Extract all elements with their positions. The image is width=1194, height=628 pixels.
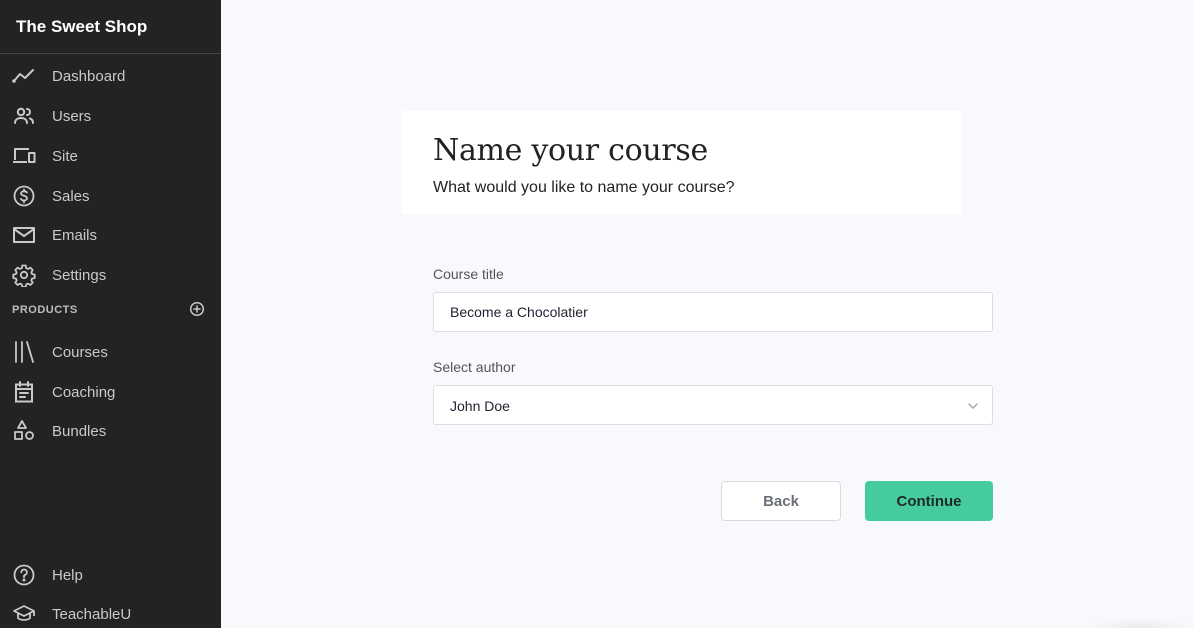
- continue-button[interactable]: Continue: [865, 481, 993, 521]
- sidebar-item-label: Emails: [52, 226, 98, 244]
- page-title: Name your course: [433, 133, 708, 168]
- sidebar: The Sweet Shop Dashboard Users Site Sale…: [0, 0, 221, 628]
- graduation-cap-icon: [12, 602, 36, 626]
- calendar-icon: [12, 380, 36, 404]
- gear-icon: [12, 263, 36, 287]
- devices-icon: [12, 144, 36, 168]
- author-select[interactable]: John Doe: [433, 385, 993, 425]
- author-select-value: John Doe: [450, 398, 510, 414]
- chart-line-icon: [12, 64, 36, 88]
- brand-name: The Sweet Shop: [0, 0, 221, 54]
- course-title-input[interactable]: [433, 292, 993, 332]
- sidebar-item-coaching[interactable]: Coaching: [0, 374, 221, 410]
- library-icon: [12, 340, 36, 364]
- sidebar-item-bundles[interactable]: Bundles: [0, 413, 221, 449]
- sidebar-item-emails[interactable]: Emails: [0, 217, 221, 253]
- sidebar-item-label: Dashboard: [52, 67, 126, 85]
- add-product-icon[interactable]: [189, 301, 205, 317]
- page-subtitle: What would you like to name your course?: [433, 179, 735, 196]
- sidebar-item-label: TeachableU: [52, 605, 132, 623]
- main-content: Name your course What would you like to …: [221, 0, 1194, 628]
- header-card: Name your course What would you like to …: [401, 111, 961, 214]
- sidebar-item-sales[interactable]: Sales: [0, 178, 221, 214]
- sidebar-item-label: Coaching: [52, 383, 116, 401]
- dollar-circle-icon: [12, 184, 36, 208]
- sidebar-item-dashboard[interactable]: Dashboard: [0, 58, 221, 94]
- sidebar-item-label: Bundles: [52, 422, 107, 440]
- shapes-icon: [12, 419, 36, 443]
- course-title-label: Course title: [433, 266, 504, 282]
- author-label: Select author: [433, 359, 516, 375]
- sidebar-item-teachableu[interactable]: TeachableU: [0, 596, 221, 628]
- sidebar-item-help[interactable]: Help: [0, 557, 221, 593]
- sidebar-item-label: Settings: [52, 266, 107, 284]
- sidebar-item-courses[interactable]: Courses: [0, 334, 221, 370]
- corner-shadow: [1084, 618, 1194, 628]
- chevron-down-icon: [966, 399, 980, 413]
- sidebar-item-label: Site: [52, 147, 78, 165]
- sidebar-item-label: Users: [52, 107, 92, 125]
- products-section-header: PRODUCTS: [12, 304, 78, 316]
- question-circle-icon: [12, 563, 36, 587]
- sidebar-item-label: Courses: [52, 343, 108, 361]
- mail-icon: [12, 223, 36, 247]
- sidebar-item-settings[interactable]: Settings: [0, 257, 221, 293]
- sidebar-item-label: Help: [52, 566, 83, 584]
- users-icon: [12, 104, 36, 128]
- sidebar-item-users[interactable]: Users: [0, 98, 221, 134]
- sidebar-item-site[interactable]: Site: [0, 138, 221, 174]
- back-button[interactable]: Back: [721, 481, 841, 521]
- sidebar-item-label: Sales: [52, 187, 90, 205]
